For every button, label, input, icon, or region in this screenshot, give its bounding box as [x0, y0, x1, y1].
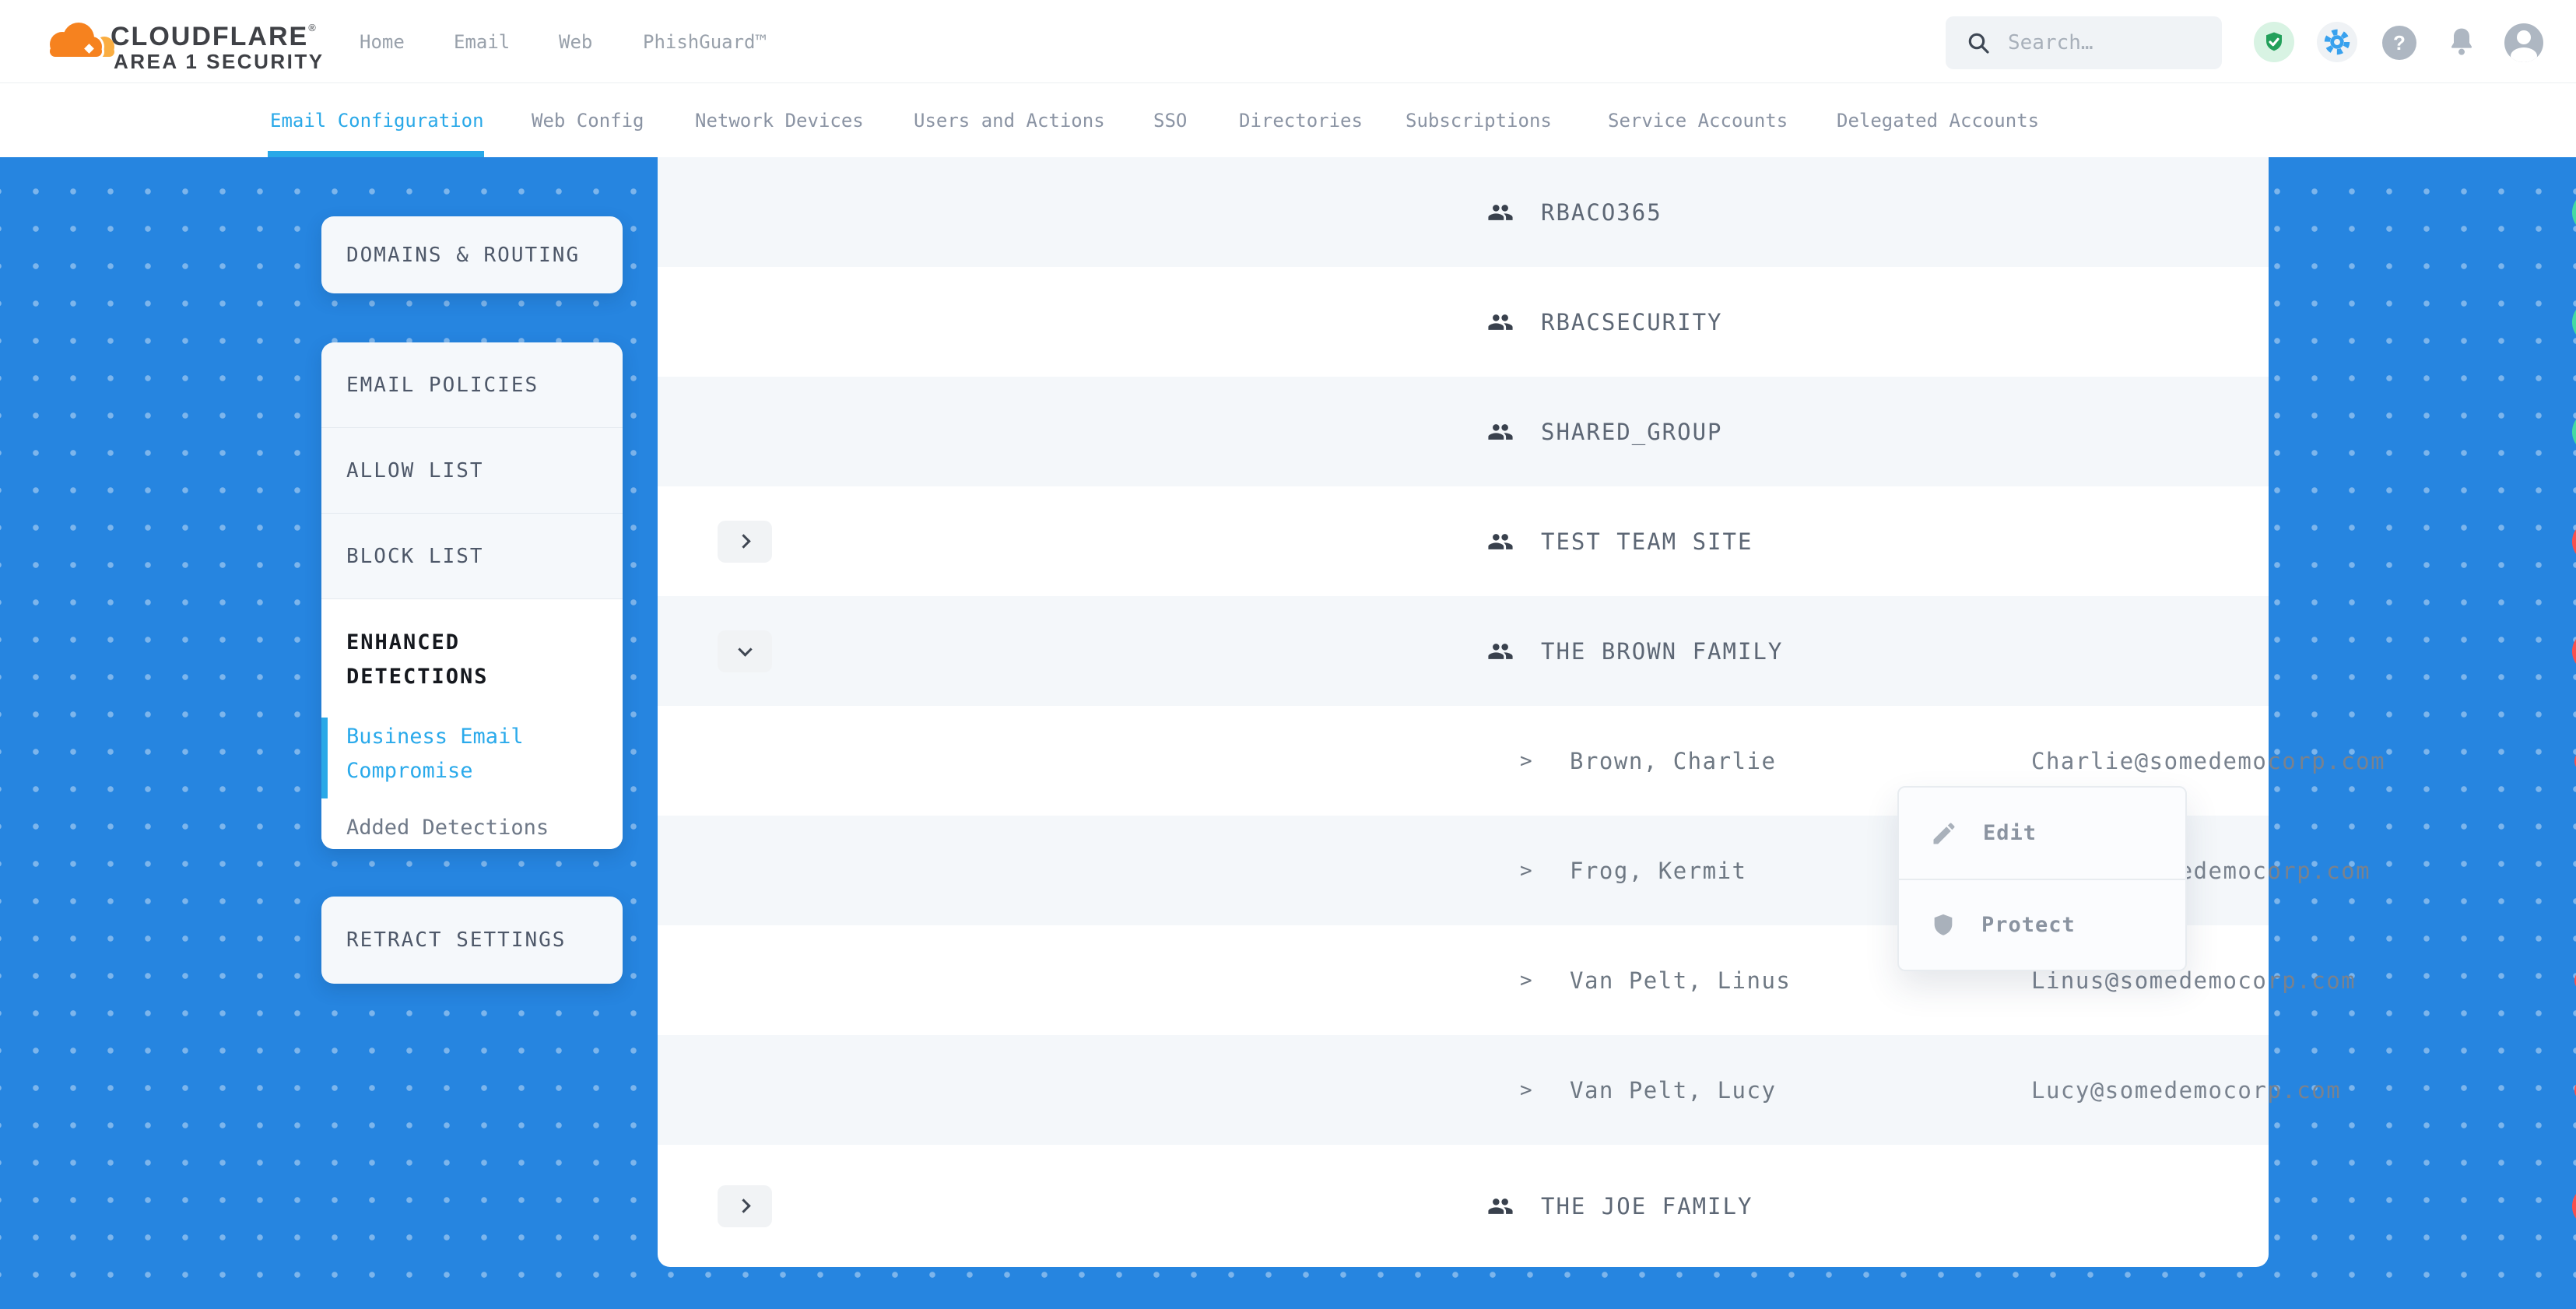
expand-row-button[interactable]	[718, 1185, 772, 1227]
group-name: THE JOE FAMILY	[1541, 1193, 1753, 1220]
group-icon	[1485, 1193, 1516, 1220]
table-row: TEST TEAM SITE 0/1	[658, 486, 2269, 596]
topnav-phishguard[interactable]: PhishGuard™	[643, 0, 767, 83]
tab-sso[interactable]: SSO	[1153, 83, 1187, 157]
sidebar-item-business-email-compromise[interactable]: Business Email Compromise	[346, 720, 541, 788]
brand-name: CLOUDFLARE®	[111, 22, 318, 52]
group-name: RBACO365	[1541, 199, 1662, 226]
expand-row-button[interactable]	[718, 521, 772, 563]
collapse-row-button[interactable]	[718, 630, 772, 672]
sidebar-item-block-list[interactable]: BLOCK LIST	[321, 514, 623, 599]
avatar-head	[2517, 30, 2531, 44]
member-name: Frog, Kermit	[1570, 858, 1747, 884]
search-box[interactable]	[1946, 16, 2222, 69]
tab-users-and-actions[interactable]: Users and Actions	[914, 83, 1105, 157]
avatar-body	[2511, 47, 2537, 62]
brand-trademark: ®	[308, 22, 318, 33]
group-name: RBACSECURITY	[1541, 309, 1723, 335]
group-icon	[1485, 419, 1516, 445]
area1-security-app: CLOUDFLARE® AREA 1 SECURITY Home Email W…	[0, 0, 2576, 1309]
member-name: Van Pelt, Linus	[1570, 967, 1791, 994]
tab-web-config[interactable]: Web Config	[532, 83, 644, 157]
table-row: SHARED_GROUP 0/0	[658, 377, 2269, 486]
status-ok-badge	[2572, 300, 2576, 343]
tab-subscriptions[interactable]: Subscriptions	[1406, 83, 1552, 157]
table-row: THE BROWN FAMILY 0/4	[658, 596, 2269, 706]
avatar-icon[interactable]	[2504, 23, 2543, 62]
sidebar-item-added-detections[interactable]: Added Detections	[346, 816, 599, 840]
brand-subtitle: AREA 1 SECURITY	[114, 50, 325, 74]
member-chevron-icon: >	[1520, 1079, 1532, 1102]
shield-icon	[1930, 912, 1957, 939]
active-tab-underline	[268, 151, 484, 157]
search-input[interactable]	[2008, 31, 2187, 54]
tab-service-accounts[interactable]: Service Accounts	[1608, 83, 1788, 157]
status-ok-badge	[2572, 410, 2576, 453]
chevron-down-icon	[738, 642, 752, 656]
sidebar-card-policies: EMAIL POLICIES ALLOW LIST BLOCK LIST ENH…	[321, 342, 623, 849]
member-name: Van Pelt, Lucy	[1570, 1077, 1776, 1104]
sidebar-item-label: Business Email Compromise	[346, 725, 524, 783]
sidebar-item-email-policies[interactable]: EMAIL POLICIES	[321, 342, 623, 428]
group-icon	[1485, 638, 1516, 665]
group-name: SHARED_GROUP	[1541, 419, 1723, 445]
bell-icon[interactable]	[2444, 23, 2479, 62]
groups-table-panel: RBACO365 0/0 RBACSECURITY 0/0 SHARED_GRO…	[658, 157, 2269, 1267]
status-blocked-badge	[2572, 520, 2576, 563]
menu-item-label: Edit	[1983, 821, 2037, 845]
tab-directories[interactable]: Directories	[1239, 83, 1363, 157]
pencil-icon	[1930, 819, 1958, 848]
member-email: Lucy@somedemocorp.com	[2031, 1077, 2341, 1104]
config-tab-bar: Email Configuration Web Config Network D…	[0, 83, 2576, 157]
menu-item-edit[interactable]: Edit	[1899, 788, 2185, 879]
table-row: THE JOE FAMILY 0/5	[658, 1145, 2269, 1267]
topnav-home[interactable]: Home	[360, 0, 405, 83]
member-chevron-icon: >	[1520, 969, 1532, 992]
status-blocked-badge	[2572, 1184, 2576, 1227]
member-chevron-icon: >	[1520, 859, 1532, 883]
sidebar-item-domains-routing[interactable]: DOMAINS & ROUTING	[321, 216, 623, 293]
group-name: THE BROWN FAMILY	[1541, 638, 1783, 665]
tab-delegated-accounts[interactable]: Delegated Accounts	[1837, 83, 2039, 157]
sidebar-item-allow-list[interactable]: ALLOW LIST	[321, 428, 623, 514]
sidebar-heading-enhanced-detections[interactable]: ENHANCED DETECTIONS	[346, 626, 533, 694]
active-item-indicator	[321, 718, 328, 798]
chevron-right-icon	[736, 1198, 750, 1212]
member-name: Brown, Charlie	[1570, 748, 1776, 774]
gear-icon[interactable]	[2317, 22, 2357, 62]
table-row: RBACO365 0/0	[658, 157, 2269, 267]
sidebar-section-enhanced-detections: ENHANCED DETECTIONS Business Email Compr…	[321, 599, 623, 849]
chevron-right-icon	[736, 534, 750, 548]
member-email: Charlie@somedemocorp.com	[2031, 748, 2385, 774]
sidebar-card-domains-routing[interactable]: DOMAINS & ROUTING	[321, 216, 623, 293]
group-name: TEST TEAM SITE	[1541, 528, 1753, 555]
sidebar-card-retract-settings[interactable]: RETRACT SETTINGS	[321, 897, 623, 984]
tab-email-configuration[interactable]: Email Configuration	[270, 83, 484, 157]
help-icon[interactable]: ?	[2382, 26, 2416, 60]
group-icon	[1485, 309, 1516, 335]
member-chevron-icon: >	[1520, 749, 1532, 773]
group-icon	[1485, 528, 1516, 555]
shield-check-icon[interactable]	[2254, 22, 2294, 62]
topnav-email[interactable]: Email	[454, 0, 510, 83]
table-row: RBACSECURITY 0/0	[658, 267, 2269, 377]
app-header: CLOUDFLARE® AREA 1 SECURITY Home Email W…	[0, 0, 2576, 83]
status-blocked-badge	[2572, 630, 2576, 672]
sidebar-item-retract-settings[interactable]: RETRACT SETTINGS	[321, 897, 623, 984]
menu-item-label: Protect	[1981, 913, 2076, 937]
row-context-menu: Edit Protect	[1897, 786, 2187, 971]
tab-network-devices[interactable]: Network Devices	[695, 83, 864, 157]
status-ok-badge	[2572, 191, 2576, 233]
menu-item-protect[interactable]: Protect	[1899, 879, 2185, 970]
topnav-web[interactable]: Web	[559, 0, 592, 83]
group-icon	[1485, 199, 1516, 226]
search-icon	[1966, 30, 1991, 55]
table-row: > Van Pelt, Lucy Lucy@somedemocorp.com	[658, 1035, 2269, 1145]
